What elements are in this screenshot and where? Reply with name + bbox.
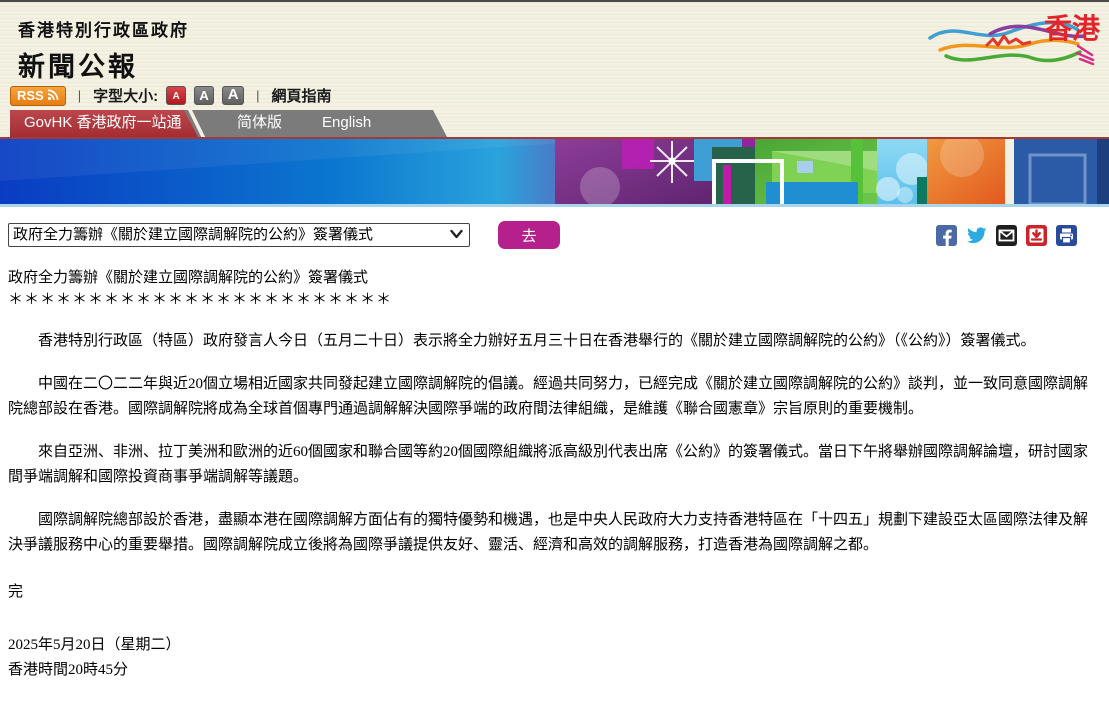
font-size-small-button[interactable]: A — [166, 86, 186, 105]
download-icon[interactable] — [1026, 225, 1047, 246]
utility-row: RSS | 字型大小: A A A | 網頁指南 — [10, 85, 332, 106]
font-size-label: 字型大小: — [93, 85, 158, 106]
rss-button[interactable]: RSS — [10, 86, 66, 106]
separator: | — [252, 88, 263, 103]
page-header: 香港特別行政區政府 新聞公報 香港 RSS | 字型大小: A A A | 網頁… — [0, 2, 1109, 110]
tab-english[interactable]: English — [322, 110, 371, 137]
tab-govhk[interactable]: GovHK 香港政府一站通 — [10, 110, 198, 137]
article-paragraph: 來自亞洲、非洲、拉丁美洲和歐洲的近60個國家和聯合國等約20個國際組織將派高級別… — [8, 440, 1101, 490]
rss-feed-icon — [47, 89, 59, 101]
article: 政府全力籌辦《關於建立國際調解院的公約》簽署儀式 ＊＊＊＊＊＊＊＊＊＊＊＊＊＊＊… — [8, 267, 1101, 683]
article-paragraph: 中國在二〇二二年與近20個立場相近國家共同發起建立國際調解院的倡議。經過共同努力… — [8, 372, 1101, 422]
separator: | — [74, 88, 85, 103]
go-button[interactable]: 去 — [498, 221, 560, 249]
print-icon[interactable] — [1056, 225, 1077, 246]
decorative-banner — [0, 137, 1109, 202]
article-date: 2025年5月20日（星期二） — [8, 633, 1101, 658]
language-tab-bar: 简体版 English GovHK 香港政府一站通 — [0, 110, 1109, 137]
tab-simplified-chinese[interactable]: 简体版 — [237, 110, 282, 137]
article-select-wrap: 政府全力籌辦《關於建立國際調解院的公約》簽署儀式 — [8, 223, 470, 247]
twitter-icon[interactable] — [966, 225, 987, 246]
article-paragraph: 國際調解院總部設於香港，盡顯本港在國際調解方面佔有的獨特優勢和機遇，也是中央人民… — [8, 508, 1101, 558]
article-divider: ＊＊＊＊＊＊＊＊＊＊＊＊＊＊＊＊＊＊＊＊＊＊＊＊ — [8, 289, 1101, 311]
article-end-mark: 完 — [8, 580, 1101, 605]
brandhk-dragon-logo: 香港 — [928, 8, 1107, 72]
site-guide-link[interactable]: 網頁指南 — [272, 85, 332, 106]
facebook-icon[interactable] — [936, 225, 957, 246]
share-icons — [936, 225, 1077, 246]
font-size-medium-button[interactable]: A — [194, 86, 214, 105]
email-icon[interactable] — [996, 225, 1017, 246]
rss-label: RSS — [17, 88, 44, 103]
banner-graphic — [0, 139, 1109, 204]
article-time: 香港時間20時45分 — [8, 658, 1101, 683]
article-select[interactable]: 政府全力籌辦《關於建立國際調解院的公約》簽署儀式 — [8, 223, 470, 247]
svg-text:香港: 香港 — [1044, 13, 1101, 44]
main-content: 政府全力籌辦《關於建立國際調解院的公約》簽署儀式 去 — [0, 207, 1109, 683]
article-paragraph: 香港特別行政區（特區）政府發言人今日（五月二十日）表示將全力辦好五月三十日在香港… — [8, 329, 1101, 354]
article-title: 政府全力籌辦《關於建立國際調解院的公約》簽署儀式 — [8, 267, 1101, 289]
font-size-large-button[interactable]: A — [222, 86, 244, 105]
article-selector-row: 政府全力籌辦《關於建立國際調解院的公約》簽署儀式 去 — [8, 221, 1101, 249]
